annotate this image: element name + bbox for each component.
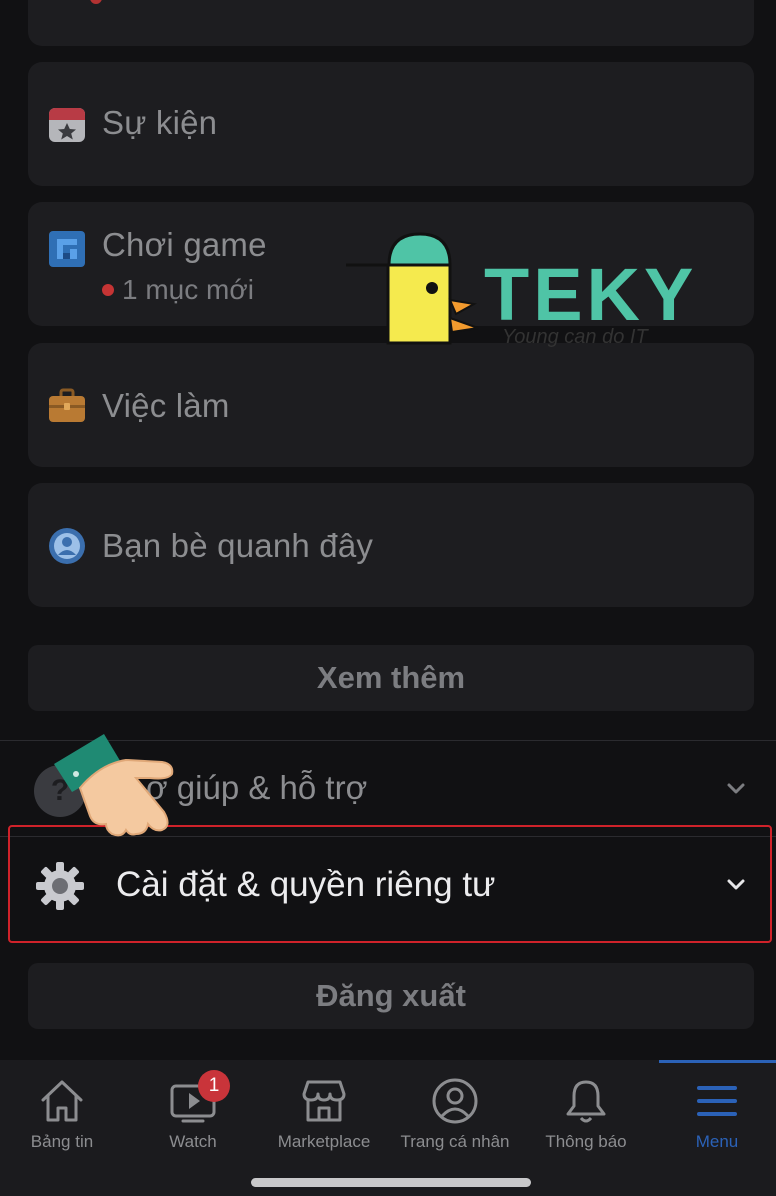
tab-marketplace[interactable]: Marketplace xyxy=(259,1060,389,1170)
pointing-hand-icon xyxy=(50,730,190,850)
tab-label: Marketplace xyxy=(277,1132,371,1151)
tab-notifications[interactable]: Thông báo xyxy=(521,1060,651,1170)
menu-item-label: Chơi game xyxy=(102,226,267,263)
game-icon xyxy=(48,230,86,268)
menu-item-events[interactable]: Sự kiện xyxy=(28,62,754,186)
bottom-tab-bar: Bảng tin Watch 1 Marketplace Trang cá nh… xyxy=(0,1060,776,1196)
tab-label: Trang cá nhân xyxy=(400,1132,510,1151)
tab-label: Watch xyxy=(169,1132,217,1151)
teky-watermark: TEKY Young can do IT xyxy=(346,232,693,350)
tab-news-feed[interactable]: Bảng tin xyxy=(0,1060,127,1170)
notification-badge: 1 xyxy=(198,1070,230,1102)
calendar-star-icon xyxy=(48,105,86,143)
bell-icon xyxy=(566,1080,606,1123)
home-indicator[interactable] xyxy=(251,1178,531,1187)
teky-slogan-text: Young can do IT xyxy=(502,326,648,348)
profile-icon xyxy=(432,1078,478,1124)
tab-profile[interactable]: Trang cá nhân xyxy=(390,1060,520,1170)
nearby-friends-icon xyxy=(48,527,86,565)
red-indicator-icon xyxy=(90,0,102,4)
tab-label: Menu xyxy=(695,1132,739,1151)
menu-item-label: Bạn bè quanh đây xyxy=(102,527,374,564)
menu-card-partial[interactable] xyxy=(28,0,754,46)
tab-label: Thông báo xyxy=(545,1132,627,1151)
menu-item-label: Sự kiện xyxy=(102,104,218,141)
logout-button[interactable]: Đăng xuất xyxy=(28,963,754,1029)
teky-brand-text: TEKY xyxy=(484,253,698,336)
briefcase-icon xyxy=(48,387,86,425)
teky-mascot-logo xyxy=(346,232,479,345)
menu-item-label: Việc làm xyxy=(102,387,230,424)
tab-label: Bảng tin xyxy=(30,1132,94,1151)
marketplace-store-icon xyxy=(302,1080,346,1122)
home-icon xyxy=(41,1080,83,1122)
menu-item-nearby-friends[interactable]: Bạn bè quanh đây xyxy=(28,483,754,607)
menu-item-subtitle: 1 mục mới xyxy=(102,274,254,306)
chevron-down-icon[interactable] xyxy=(726,779,746,799)
new-items-text: 1 mục mới xyxy=(122,274,254,305)
menu-item-jobs[interactable]: Việc làm xyxy=(28,343,754,467)
tab-menu[interactable]: Menu xyxy=(652,1060,776,1170)
new-dot-icon xyxy=(102,284,114,296)
menu-hamburger-icon xyxy=(697,1086,737,1116)
see-more-button[interactable]: Xem thêm xyxy=(28,645,754,711)
tab-watch[interactable]: Watch 1 xyxy=(128,1060,258,1170)
